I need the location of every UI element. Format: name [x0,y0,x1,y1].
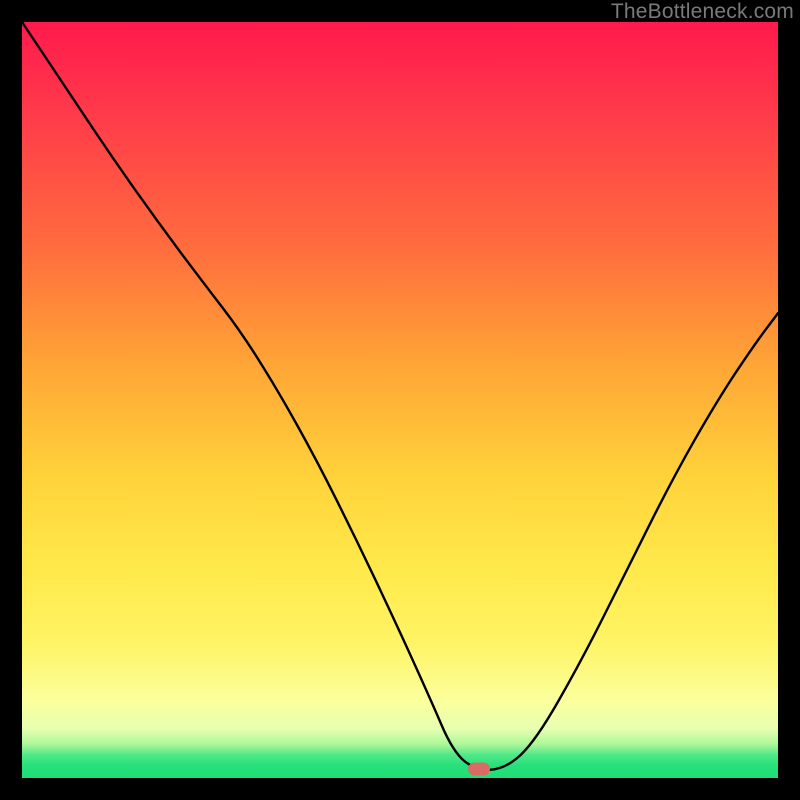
optimum-marker [468,762,490,775]
curve-path [22,22,778,770]
bottleneck-curve [22,22,778,778]
chart-frame: TheBottleneck.com [0,0,800,800]
plot-area [22,22,778,778]
watermark-text: TheBottleneck.com [611,0,794,24]
